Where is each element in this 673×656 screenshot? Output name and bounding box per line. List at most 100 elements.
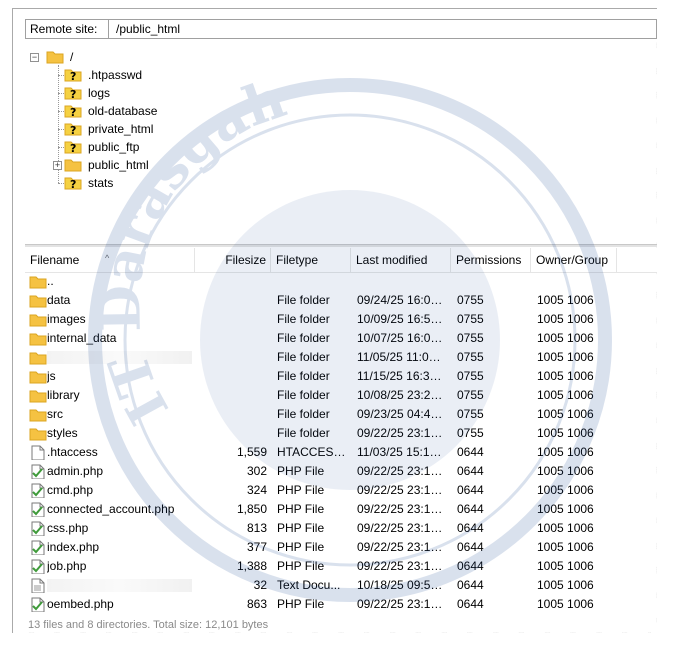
cell-owner-group: 1005 1006: [537, 597, 594, 611]
table-row[interactable]: styles File folder 09/22/25 23:16:... 0755 1…: [25, 424, 657, 443]
table-row[interactable]: library File folder 10/08/25 23:23:... 0755…: [25, 386, 657, 405]
cell-owner-group: 1005 1006: [537, 445, 594, 459]
unknown-folder-icon: ?: [64, 123, 82, 136]
cell-filetype: HTACCESS ...: [277, 445, 349, 459]
folder-icon: [29, 352, 47, 365]
cell-filetype: Text Docu...: [277, 578, 341, 592]
table-row[interactable]: admin.php 302 PHP File 09/22/25 23:16:... 06…: [25, 462, 657, 481]
cell-last-modified: 09/22/25 23:16:...: [357, 483, 447, 497]
svg-text:?: ?: [70, 142, 76, 154]
cell-filesize: [195, 386, 267, 405]
cell-filesize: 1,559: [236, 445, 267, 459]
cell-owner-group: 1005 1006: [537, 502, 594, 516]
php-file-icon: [31, 597, 45, 612]
cell-owner-group: 1005 1006: [537, 369, 594, 383]
table-row[interactable]: js File folder 11/15/25 16:38:... 0755 1005 …: [25, 367, 657, 386]
remote-file-list: Filename ^ Filesize Filetype Last modifi…: [25, 248, 657, 638]
cell-permissions: 0755: [457, 331, 484, 345]
unknown-folder-icon: ?: [64, 69, 82, 82]
cell-permissions: 0755: [457, 426, 484, 440]
tree-item-label: public_ftp: [88, 140, 140, 154]
cell-owner-group: 1005 1006: [537, 483, 594, 497]
cell-last-modified: 09/22/25 23:16:...: [357, 597, 447, 611]
column-header-permissions[interactable]: Permissions: [451, 248, 531, 272]
column-header-label: Filetype: [276, 253, 319, 267]
cell-filename: index.php: [47, 540, 100, 554]
cell-filetype: File folder: [277, 293, 330, 307]
cell-owner-group: 1005 1006: [537, 388, 594, 402]
table-row[interactable]: cmd.php 324 PHP File 09/22/25 23:16:... 0644…: [25, 481, 657, 500]
text-file-icon: [31, 578, 45, 593]
cell-filesize: [195, 405, 267, 424]
remote-site-path-input[interactable]: /public_html: [109, 19, 657, 39]
cell-owner-group: 1005 1006: [537, 331, 594, 345]
cell-owner-group: 1005 1006: [537, 559, 594, 573]
table-row[interactable]: src File folder 09/23/25 04:42:... 0755 1005…: [25, 405, 657, 424]
cell-owner-group: 1005 1006: [537, 464, 594, 478]
cell-owner-group: 1005 1006: [537, 521, 594, 535]
cell-filetype: PHP File: [277, 502, 325, 516]
table-row[interactable]: css.php 813 PHP File 09/22/25 23:16:... 0644…: [25, 519, 657, 538]
folder-icon: [29, 314, 47, 327]
cell-last-modified: 09/22/25 23:16:...: [357, 540, 447, 554]
file-icon: [31, 445, 45, 460]
column-header-label: Filesize: [225, 253, 266, 267]
cell-last-modified: 09/22/25 23:16:...: [357, 502, 447, 516]
cell-filename: job.php: [47, 559, 87, 573]
table-row[interactable]: File folder 11/05/25 11:02:... 0755 1005 10…: [25, 348, 657, 367]
tree-item-label: /: [70, 50, 74, 64]
column-header-filetype[interactable]: Filetype: [271, 248, 351, 272]
cell-last-modified: 10/08/25 23:23:...: [357, 388, 447, 402]
table-row[interactable]: .htaccess 1,559 HTACCESS ... 11/03/25 15:19…: [25, 443, 657, 462]
cell-filesize: [195, 291, 267, 310]
cell-filesize: [195, 348, 267, 367]
pane-splitter[interactable]: [25, 244, 657, 247]
cell-filesize: [195, 424, 267, 443]
php-file-icon: [31, 464, 45, 479]
unknown-folder-icon: ?: [64, 105, 82, 118]
table-row[interactable]: 32 Text Docu... 10/18/25 09:54:... 0644 1005…: [25, 576, 657, 595]
cell-filetype: PHP File: [277, 597, 325, 611]
cell-filename: library: [47, 388, 80, 402]
cell-filename: oembed.php: [47, 597, 114, 611]
cell-filetype: PHP File: [277, 559, 325, 573]
table-row[interactable]: connected_account.php 1,850 PHP File 09/22/…: [25, 500, 657, 519]
cell-filename: admin.php: [47, 464, 104, 478]
folder-icon: [64, 159, 82, 172]
column-header-filesize[interactable]: Filesize: [195, 248, 271, 272]
cell-last-modified: 10/18/25 09:54:...: [357, 578, 447, 592]
table-row[interactable]: data File folder 09/24/25 16:06:... 0755 100…: [25, 291, 657, 310]
table-row[interactable]: job.php 1,388 PHP File 09/22/25 23:16:... 06…: [25, 557, 657, 576]
cell-permissions: 0755: [457, 369, 484, 383]
column-header-filename[interactable]: Filename ^: [25, 248, 195, 272]
cell-filetype: File folder: [277, 407, 330, 421]
tree-item-label: stats: [88, 176, 114, 190]
table-row[interactable]: ..: [25, 272, 657, 291]
cell-filesize: 813: [246, 521, 267, 535]
cell-filetype: [277, 272, 349, 291]
cell-filesize: 32: [253, 578, 267, 592]
table-row[interactable]: index.php 377 PHP File 09/22/25 23:16:... 06…: [25, 538, 657, 557]
cell-filename: .htaccess: [47, 445, 98, 459]
redacted-filename: [47, 579, 192, 592]
table-row[interactable]: oembed.php 863 PHP File 09/22/25 23:16:... 0…: [25, 595, 657, 614]
column-header-owner-group[interactable]: Owner/Group: [531, 248, 617, 272]
collapse-icon[interactable]: −: [30, 53, 39, 62]
cell-permissions: 0644: [457, 597, 484, 611]
column-header-last-modified[interactable]: Last modified: [351, 248, 451, 272]
cell-permissions: 0755: [457, 407, 484, 421]
folder-icon: [29, 428, 47, 441]
cell-last-modified: 11/03/25 15:19:...: [357, 445, 447, 459]
table-row[interactable]: images File folder 10/09/25 16:52:... 0755 1…: [25, 310, 657, 329]
cell-permissions: 0755: [457, 293, 484, 307]
cell-filetype: File folder: [277, 369, 330, 383]
svg-text:?: ?: [70, 88, 76, 100]
cell-last-modified: 09/24/25 16:06:...: [357, 293, 447, 307]
cell-owner-group: 1005 1006: [537, 407, 594, 421]
cell-filename: internal_data: [47, 331, 117, 345]
table-row[interactable]: internal_data File folder 10/07/25 16:07:.…: [25, 329, 657, 348]
cell-permissions: 0644: [457, 578, 484, 592]
expand-icon[interactable]: +: [53, 161, 62, 170]
cell-permissions: 0644: [457, 483, 484, 497]
cell-filename: images: [47, 312, 86, 326]
